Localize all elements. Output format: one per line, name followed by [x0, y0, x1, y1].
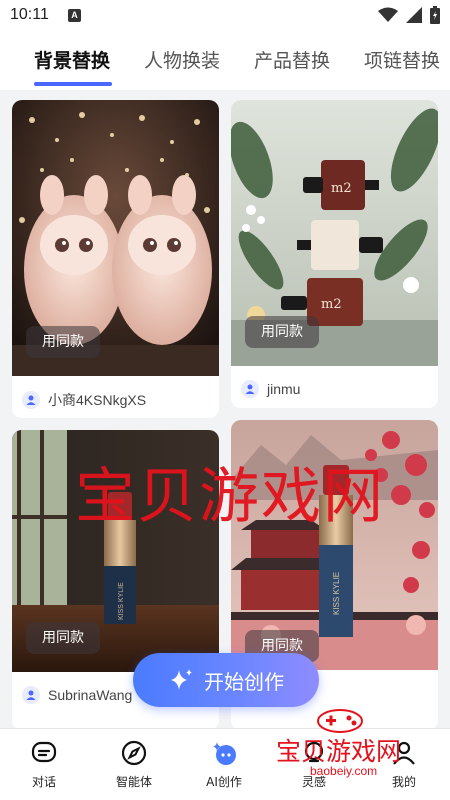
status-icons [378, 6, 440, 24]
tab-necklace-replace[interactable]: 项链替换 [364, 46, 440, 73]
use-template-button[interactable]: 用同款 [26, 622, 100, 654]
watermark-text: 宝贝游戏网 [75, 462, 385, 532]
tab-outfit-change[interactable]: 人物换装 [144, 46, 220, 73]
user-icon [22, 686, 40, 704]
sparkle-icon [171, 669, 192, 690]
category-tabs: 背景替换 人物换装 产品替换 项链替换 [0, 34, 450, 90]
watermark-logo-text: 宝贝游戏网 [276, 737, 402, 766]
bottle-brand-text: m2 [331, 181, 352, 196]
lipstick-brand-text: KISS KYLIE [332, 572, 341, 615]
template-card[interactable]: m2 m2 用同款 jinmu [231, 100, 438, 408]
nav-label: AI创作 [206, 775, 242, 789]
chat-icon [31, 741, 57, 763]
template-feed[interactable]: 用同款 小商4KSNkgXS m2 m2 用同款 jinmu KISS KYLI… [0, 90, 450, 728]
lipstick-brand-text: KISS KYLIE [118, 582, 125, 620]
author-name: SubrinaWang [48, 687, 133, 703]
battery-icon [430, 6, 440, 24]
use-template-button[interactable]: 用同款 [26, 326, 100, 358]
tab-background-replace[interactable]: 背景替换 [34, 46, 110, 73]
user-icon [241, 380, 259, 398]
gamepad-icon [317, 709, 363, 733]
author-row[interactable]: SubrinaWang [22, 686, 132, 704]
wifi-icon [378, 7, 398, 22]
status-bar: 10:11 A [0, 0, 450, 34]
ai-create-icon [213, 742, 236, 765]
signal-icon [406, 7, 422, 23]
nav-item-agents[interactable]: 智能体 [94, 739, 174, 790]
start-creating-button[interactable]: 开始创作 [133, 653, 319, 707]
user-icon [22, 391, 40, 409]
compass-icon [121, 740, 147, 766]
bottle-brand-text: m2 [321, 297, 342, 312]
author-row[interactable]: jinmu [241, 380, 300, 398]
template-card[interactable]: 用同款 小商4KSNkgXS [12, 100, 219, 418]
watermark-logo: 宝贝游戏网 baobeiy.com [270, 700, 430, 800]
nav-item-chat[interactable]: 对话 [4, 739, 84, 790]
author-name: 小商4KSNkgXS [48, 392, 147, 408]
status-time: 10:11 [10, 6, 49, 23]
nav-label: 对话 [31, 775, 56, 789]
use-template-button[interactable]: 用同款 [245, 316, 319, 348]
author-name: jinmu [267, 381, 301, 397]
author-row[interactable]: 小商4KSNkgXS [22, 390, 146, 410]
start-creating-label: 开始创作 [204, 669, 284, 694]
nav-item-ai-create[interactable]: AI创作 [184, 739, 264, 790]
tab-product-replace[interactable]: 产品替换 [254, 46, 330, 73]
nav-label: 智能体 [115, 775, 152, 789]
active-tab-indicator [34, 82, 112, 86]
notification-a-icon: A [68, 9, 81, 22]
watermark-logo-url: baobeiy.com [310, 764, 378, 778]
